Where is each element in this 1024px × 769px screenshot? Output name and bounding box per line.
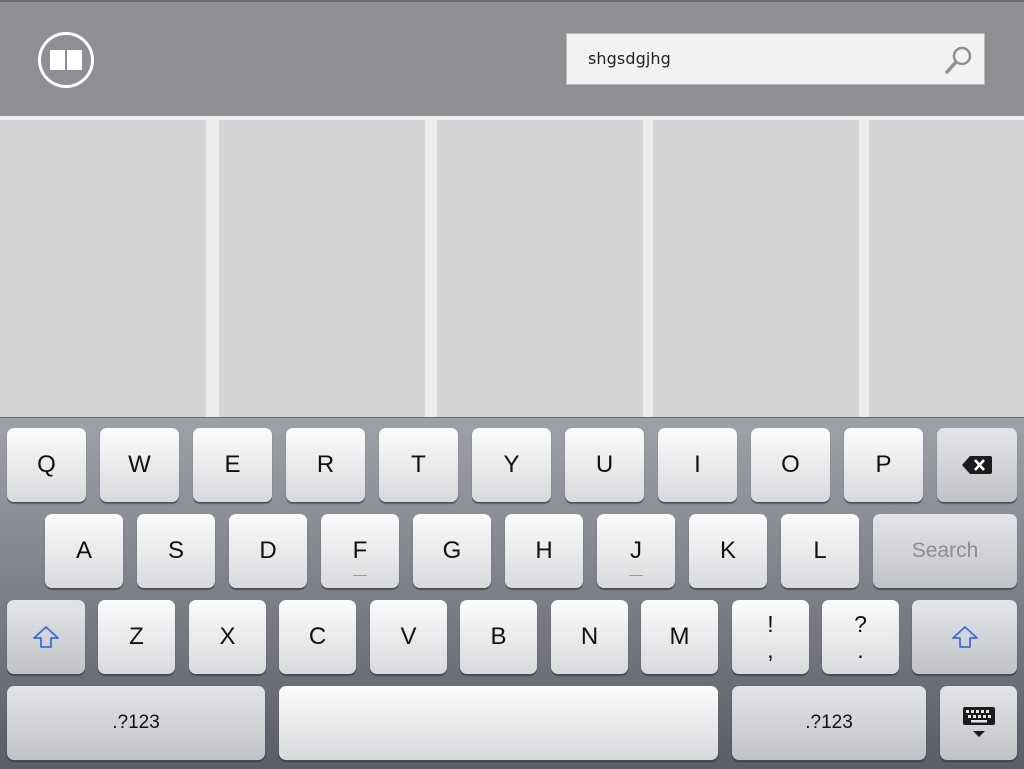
key-q[interactable]: Q <box>7 428 86 502</box>
key-comma-label: , <box>767 637 774 663</box>
key-n[interactable]: N <box>551 600 628 674</box>
search-input-value[interactable]: shgsdgjhg <box>588 49 671 68</box>
key-t[interactable]: T <box>379 428 458 502</box>
key-i[interactable]: I <box>658 428 737 502</box>
key-x[interactable]: X <box>189 600 266 674</box>
backspace-icon <box>962 456 992 474</box>
key-question-period[interactable]: ? . <box>822 600 899 674</box>
shift-key-left[interactable] <box>7 600 85 674</box>
key-d[interactable]: D <box>229 514 307 588</box>
book-icon <box>50 50 82 70</box>
numbers-key-left[interactable]: .?123 <box>7 686 265 760</box>
key-exclaim-comma[interactable]: ! , <box>732 600 809 674</box>
key-e[interactable]: E <box>193 428 272 502</box>
key-u[interactable]: U <box>565 428 644 502</box>
key-l[interactable]: L <box>781 514 859 588</box>
library-button[interactable] <box>38 32 94 88</box>
on-screen-keyboard: Q W E R T Y U I O P A S D F G H J K L Se… <box>0 417 1024 769</box>
space-bar[interactable] <box>279 686 718 760</box>
key-g[interactable]: G <box>413 514 491 588</box>
search-key[interactable]: Search <box>873 514 1017 588</box>
shift-arrow-icon <box>951 626 978 648</box>
key-period-label: . <box>857 637 864 663</box>
numbers-key-right[interactable]: .?123 <box>732 686 926 760</box>
key-j-home-marker <box>629 575 643 576</box>
key-m[interactable]: M <box>641 600 718 674</box>
key-f-label: F <box>352 537 368 564</box>
keyboard-hide-icon <box>962 707 995 737</box>
key-j[interactable]: J <box>597 514 675 588</box>
content-panel[interactable] <box>437 120 643 417</box>
shift-arrow-icon <box>33 626 59 648</box>
key-c[interactable]: C <box>279 600 356 674</box>
content-panel[interactable] <box>219 120 425 417</box>
content-panel[interactable] <box>0 120 206 417</box>
search-field[interactable]: shgsdgjhg <box>566 33 985 85</box>
key-p[interactable]: P <box>844 428 923 502</box>
header-bar: shgsdgjhg <box>0 0 1024 116</box>
key-question-label: ? <box>854 611 867 637</box>
key-a[interactable]: A <box>45 514 123 588</box>
app-window: shgsdgjhg Q W E R T Y U I O P A S D F G … <box>0 0 1024 769</box>
key-k[interactable]: K <box>689 514 767 588</box>
key-w[interactable]: W <box>100 428 179 502</box>
key-o[interactable]: O <box>751 428 830 502</box>
content-area <box>0 120 1024 417</box>
key-f-home-marker <box>353 575 367 576</box>
backspace-key[interactable] <box>937 428 1017 502</box>
key-j-label: J <box>630 537 642 564</box>
key-s[interactable]: S <box>137 514 215 588</box>
key-y[interactable]: Y <box>472 428 551 502</box>
key-b[interactable]: B <box>460 600 537 674</box>
content-panel[interactable] <box>869 120 1024 417</box>
shift-key-right[interactable] <box>912 600 1017 674</box>
key-r[interactable]: R <box>286 428 365 502</box>
search-icon[interactable] <box>944 45 974 75</box>
content-panel[interactable] <box>653 120 859 417</box>
hide-keyboard-key[interactable] <box>940 686 1017 760</box>
key-z[interactable]: Z <box>98 600 175 674</box>
key-v[interactable]: V <box>370 600 447 674</box>
key-exclaim-label: ! <box>767 611 774 637</box>
key-h[interactable]: H <box>505 514 583 588</box>
key-f[interactable]: F <box>321 514 399 588</box>
